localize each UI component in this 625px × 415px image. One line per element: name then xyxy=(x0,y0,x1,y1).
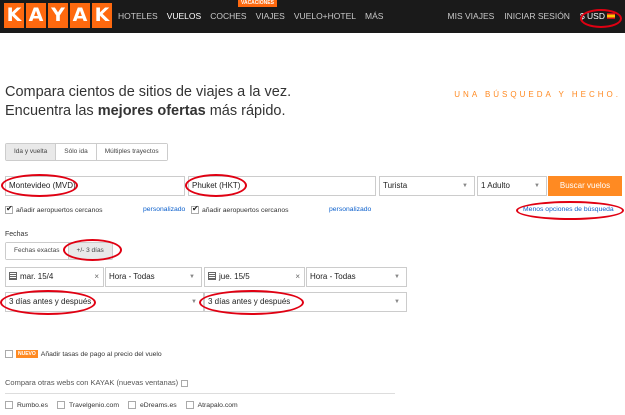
account-menu: MIS VIAJES INICIAR SESIÓN $ USD xyxy=(448,11,625,21)
nav-vuelo-hotel[interactable]: VUELO+HOTEL xyxy=(294,11,356,21)
nav-coches[interactable]: COCHES xyxy=(210,11,246,21)
chevron-down-icon: ▼ xyxy=(189,274,195,280)
compare-title: Compara otras webs con KAYAK (nuevas ven… xyxy=(5,378,189,387)
tab-ida-y-vuelta[interactable]: Ida y vuelta xyxy=(6,144,57,160)
chevron-down-icon: ▼ xyxy=(534,183,540,189)
return-date-value: jue. 15/5 xyxy=(219,272,250,281)
site-label: Travelgenio.com xyxy=(68,401,119,409)
logo-letter: K xyxy=(4,3,24,28)
travelers-select[interactable]: 1 Adulto ▼ xyxy=(477,176,547,196)
fees-checkbox[interactable] xyxy=(5,350,13,358)
calendar-icon xyxy=(208,271,216,280)
nearby-dest-checkbox[interactable] xyxy=(191,204,199,214)
site-checkbox[interactable] xyxy=(56,401,65,409)
nav-hoteles[interactable]: HOTELES xyxy=(118,11,158,21)
site-checkbox[interactable] xyxy=(127,401,136,409)
tab-flexible-3-dias[interactable]: +/- 3 días xyxy=(68,243,112,259)
depart-flex-select[interactable]: 3 días antes y después ▼ xyxy=(5,292,204,312)
site-label: Rumbo.es xyxy=(17,401,48,409)
buscar-vuelos-button[interactable]: Buscar vuelos xyxy=(548,176,622,196)
chevron-down-icon: ▼ xyxy=(394,274,400,280)
personalizado-link-dest[interactable]: personalizado xyxy=(329,206,371,213)
kayak-logo[interactable]: K A Y A K xyxy=(4,3,112,28)
site-label: eDreams.es xyxy=(139,401,177,409)
tab-solo-ida[interactable]: Sólo ida xyxy=(56,144,97,160)
return-date-input[interactable]: jue. 15/5 × xyxy=(204,267,305,287)
menos-opciones-link[interactable]: Menos opciones de búsqueda xyxy=(523,206,614,213)
clear-icon[interactable]: × xyxy=(295,268,300,286)
chevron-down-icon: ▼ xyxy=(394,299,400,305)
site-option-rumbo[interactable]: Rumbo.es xyxy=(5,401,48,409)
site-label: Atrapalo.com xyxy=(197,401,238,409)
nav-mas[interactable]: MÁS xyxy=(365,11,383,21)
origin-input[interactable]: Montevideo (MVD) xyxy=(5,176,185,196)
chevron-down-icon: ▼ xyxy=(462,183,468,189)
logo-letter: A xyxy=(26,3,46,28)
fechas-label: Fechas xyxy=(5,231,28,238)
personalizado-link-origin[interactable]: personalizado xyxy=(143,206,185,213)
tab-multiples-trayectos[interactable]: Múltiples trayectos xyxy=(96,144,167,160)
compare-sites: Rumbo.es Travelgenio.com eDreams.es Atra… xyxy=(5,401,238,409)
logo-letter: K xyxy=(92,3,112,28)
cabin-value: Turista xyxy=(383,181,408,190)
depart-flex-value: 3 días antes y después xyxy=(9,297,92,306)
currency-selector[interactable]: $ USD xyxy=(580,11,615,21)
divider xyxy=(5,393,395,394)
nav-vuelos[interactable]: VUELOS xyxy=(167,11,202,21)
site-option-atrapalo[interactable]: Atrapalo.com xyxy=(185,401,238,409)
site-checkbox[interactable] xyxy=(5,401,13,409)
currency-label: $ USD xyxy=(579,11,605,21)
tagline: UNA BÚSQUEDA Y HECHO. xyxy=(454,90,621,99)
logo-letter: A xyxy=(70,3,90,28)
return-flex-value: 3 días antes y después xyxy=(208,297,291,306)
site-option-travelgenio[interactable]: Travelgenio.com xyxy=(56,401,119,409)
destination-input[interactable]: Phuket (HKT) xyxy=(188,176,376,196)
headline-line-1: Compara cientos de sitios de viajes a la… xyxy=(5,84,292,100)
site-option-edreams[interactable]: eDreams.es xyxy=(127,401,177,409)
tab-fechas-exactas[interactable]: Fechas exactas xyxy=(6,243,69,259)
calendar-icon xyxy=(9,271,17,280)
chevron-down-icon: ▼ xyxy=(191,299,197,305)
spain-flag-icon xyxy=(607,13,615,19)
cabin-select[interactable]: Turista ▼ xyxy=(379,176,475,196)
headline-line-2: Encuentra las mejores ofertas más rápido… xyxy=(5,103,286,119)
vacaciones-badge: VACACIONES xyxy=(238,0,277,7)
main-nav: HOTELES VUELOS COCHES VIAJES VUELO+HOTEL… xyxy=(118,11,392,21)
depart-date-value: mar. 15/4 xyxy=(20,272,54,281)
nearby-origin-label: añadir aeropuertos cercanos xyxy=(16,206,103,214)
nearby-dest-label: añadir aeropuertos cercanos xyxy=(202,206,289,214)
site-checkbox[interactable] xyxy=(185,401,194,409)
top-navigation-bar: K A Y A K VACACIONES HOTELES VUELOS COCH… xyxy=(0,0,625,33)
logo-letter: Y xyxy=(48,3,68,28)
depart-time-select[interactable]: Hora - Todas ▼ xyxy=(105,267,202,287)
clear-icon[interactable]: × xyxy=(94,268,99,286)
nearby-origin-checkbox[interactable] xyxy=(5,204,13,214)
page-headline: Compara cientos de sitios de viajes a la… xyxy=(5,83,291,121)
fees-label: Añadir tasas de pago al precio del vuelo xyxy=(40,350,162,358)
nuevo-badge: NUEVO xyxy=(16,350,38,358)
travelers-value: 1 Adulto xyxy=(481,181,510,190)
iniciar-sesion-link[interactable]: INICIAR SESIÓN xyxy=(504,11,570,21)
fees-option: NUEVO Añadir tasas de pago al precio del… xyxy=(5,350,162,358)
nearby-dest-option: añadir aeropuertos cercanos xyxy=(191,204,289,214)
date-mode-tabs: Fechas exactas +/- 3 días xyxy=(5,242,113,260)
info-icon[interactable] xyxy=(181,379,189,387)
compare-title-text: Compara otras webs con KAYAK (nuevas ven… xyxy=(5,378,179,387)
return-time-value: Hora - Todas xyxy=(310,272,356,281)
depart-date-input[interactable]: mar. 15/4 × xyxy=(5,267,104,287)
nav-viajes[interactable]: VIAJES xyxy=(256,11,285,21)
return-time-select[interactable]: Hora - Todas ▼ xyxy=(306,267,407,287)
depart-time-value: Hora - Todas xyxy=(109,272,155,281)
return-flex-select[interactable]: 3 días antes y después ▼ xyxy=(204,292,407,312)
trip-type-tabs: Ida y vuelta Sólo ida Múltiples trayecto… xyxy=(5,143,168,161)
nearby-origin-option: añadir aeropuertos cercanos xyxy=(5,204,103,214)
mis-viajes-link[interactable]: MIS VIAJES xyxy=(448,11,495,21)
